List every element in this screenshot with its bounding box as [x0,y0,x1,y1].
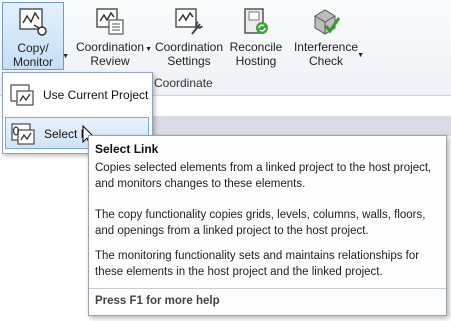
tooltip: Select Link Copies selected elements fro… [88,135,447,316]
panel-title: Coordinate [154,76,213,90]
coordination-settings-icon [175,8,203,35]
copy-monitor-button[interactable]: Copy/ Monitor ▼ [2,2,69,70]
copy-monitor-icon [19,8,47,36]
reconcile-hosting-label: Reconcile Hosting [229,40,283,68]
menu-item-use-current-project[interactable]: Use Current Project [5,79,149,111]
tooltip-help-hint: Press F1 for more help [95,295,220,307]
tooltip-divider [89,288,446,289]
chevron-down-icon: ▼ [357,52,364,59]
chevron-down-icon: ▼ [145,46,152,53]
chevron-down-icon: ▼ [62,53,69,60]
reconcile-hosting-button[interactable]: Reconcile Hosting [228,2,284,70]
copy-monitor-label: Copy/ Monitor [12,41,53,69]
tooltip-title: Select Link [95,142,159,156]
select-link-icon [11,123,35,145]
tooltip-copy-info: The copy functionality copies grids, lev… [95,209,426,237]
menu-item-label: Select L [44,127,88,141]
interference-check-icon [314,9,341,35]
coordination-settings-button[interactable]: Coordination Settings [153,2,225,70]
coordination-review-button[interactable]: Coordination Review ▼ [72,2,152,70]
coordination-settings-label: Coordination Settings [154,40,224,68]
use-current-project-icon [10,84,34,106]
coordination-review-icon [96,8,124,35]
interference-check-button[interactable]: Interference Check ▼ [290,2,364,70]
interference-check-label: Interference Check [293,40,359,68]
tooltip-monitor-info: The monitoring functionality sets and ma… [95,250,420,278]
menu-item-label: Use Current Project [43,88,149,102]
tooltip-description: Copies selected elements from a linked p… [95,162,432,190]
reconcile-hosting-icon [244,8,268,34]
ribbon-panel-bar [151,116,451,136]
coordination-review-label: Coordination Review [75,40,145,68]
